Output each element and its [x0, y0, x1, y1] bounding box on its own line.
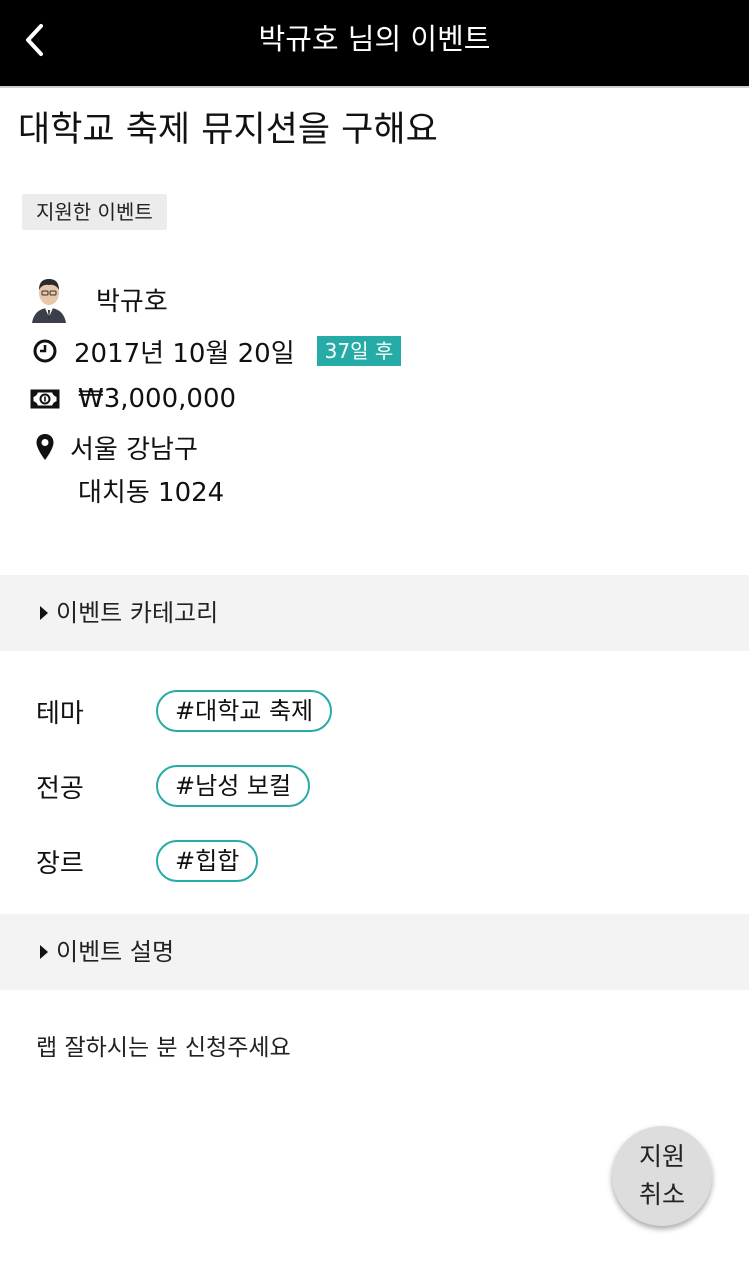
category-row-major: 전공 #남성 보컬: [36, 764, 311, 808]
category-section-label: 이벤트 카테고리: [56, 599, 219, 627]
category-key: 테마: [36, 698, 84, 729]
category-section-header[interactable]: 이벤트 카테고리: [0, 575, 749, 651]
map-pin-icon: [30, 432, 60, 462]
event-location-line2: 대치동 1024: [78, 478, 225, 508]
event-description: 랩 잘하시는 분 신청주세요: [36, 1035, 291, 1061]
cancel-application-button[interactable]: 지원 취소: [612, 1126, 712, 1226]
event-price-row: ₩3,000,000: [30, 382, 236, 416]
event-location-line1: 서울 강남구: [70, 434, 198, 465]
dday-badge: 37일 후: [316, 336, 402, 366]
avatar[interactable]: [30, 275, 68, 323]
clock-icon: [30, 336, 60, 366]
description-section-label: 이벤트 설명: [56, 938, 175, 966]
event-price: ₩3,000,000: [78, 384, 237, 414]
host-name: 박규호: [96, 286, 168, 317]
fab-label-line1: 지원: [638, 1142, 685, 1171]
event-location-row: 서울 강남구: [30, 430, 198, 465]
event-date-row: 2017년 10월 20일 37일 후: [30, 334, 402, 369]
description-section-header[interactable]: 이벤트 설명: [0, 914, 749, 990]
category-key: 전공: [36, 773, 84, 804]
top-app-bar: 박규호 님의 이벤트: [0, 0, 749, 88]
triangle-right-icon: [40, 606, 48, 620]
page-title: 박규호 님의 이벤트: [258, 22, 491, 56]
event-title: 대학교 축제 뮤지션을 구해요: [18, 110, 438, 150]
category-tag[interactable]: #남성 보컬: [156, 765, 311, 807]
category-row-genre: 장르 #힙합: [36, 839, 259, 883]
triangle-right-icon: [40, 945, 48, 959]
category-tag[interactable]: #힙합: [156, 840, 259, 882]
category-row-theme: 테마 #대학교 축제: [36, 689, 333, 733]
fab-label-line2: 취소: [638, 1180, 685, 1209]
event-date: 2017년 10월 20일: [74, 338, 295, 369]
status-badge: 지원한 이벤트: [22, 194, 167, 230]
category-tag[interactable]: #대학교 축제: [156, 690, 333, 732]
category-key: 장르: [36, 848, 84, 879]
money-icon: [30, 384, 60, 414]
host-row[interactable]: 박규호: [30, 274, 168, 324]
